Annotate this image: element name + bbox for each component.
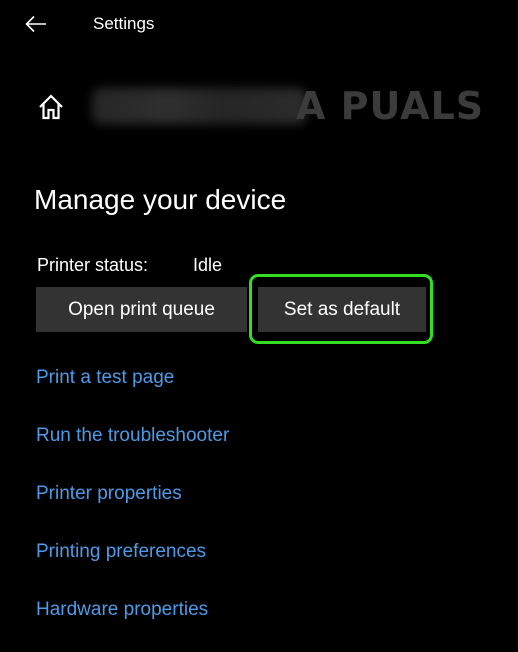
hardware-properties-link[interactable]: Hardware properties <box>36 599 208 621</box>
app-title: Settings <box>93 14 155 33</box>
open-print-queue-button[interactable]: Open print queue <box>36 287 247 332</box>
home-icon <box>39 94 63 120</box>
printing-preferences-link[interactable]: Printing preferences <box>36 541 206 563</box>
printer-name-blurred <box>92 88 307 124</box>
printer-status-label: Printer status: <box>37 255 149 275</box>
printer-status-row: Printer status: Idle <box>37 255 222 276</box>
back-arrow-icon <box>25 15 46 33</box>
home-button[interactable] <box>36 92 66 122</box>
printer-status-value: Idle <box>193 255 223 275</box>
page-header: A PUALS <box>0 80 518 138</box>
run-troubleshooter-link[interactable]: Run the troubleshooter <box>36 425 229 447</box>
print-test-page-link[interactable]: Print a test page <box>36 367 174 389</box>
watermark-logo: A PUALS <box>296 82 484 130</box>
watermark-text: A PUALS <box>296 84 485 128</box>
back-button[interactable] <box>22 10 50 38</box>
title-bar: Settings <box>0 0 518 48</box>
printer-properties-link[interactable]: Printer properties <box>36 483 182 505</box>
set-as-default-button[interactable]: Set as default <box>258 287 426 332</box>
section-title: Manage your device <box>34 184 287 215</box>
